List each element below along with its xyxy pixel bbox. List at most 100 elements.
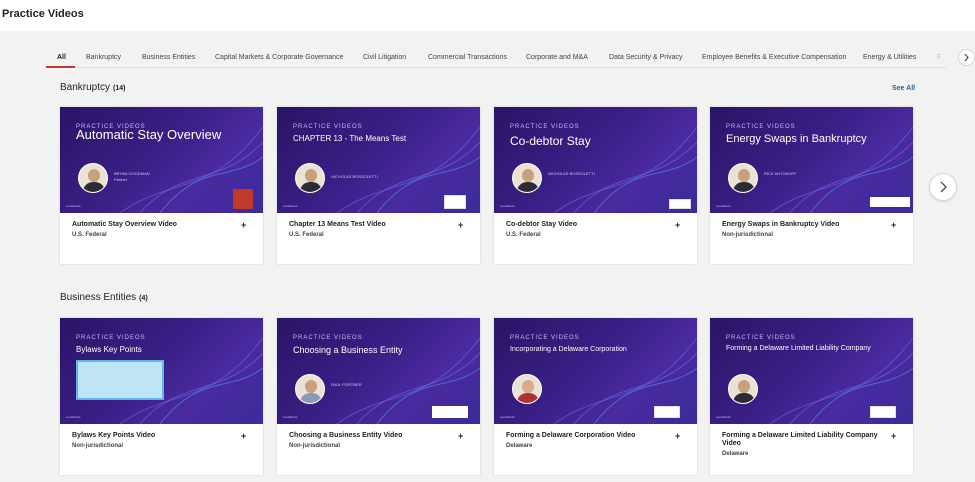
tab-corporate-ma[interactable]: Corporate and M&A <box>526 54 588 61</box>
plus-icon[interactable]: + <box>891 220 896 230</box>
plus-icon[interactable]: + <box>458 431 463 441</box>
video-caption: Bylaws Key Points Video <box>72 432 156 439</box>
firm-logo <box>654 406 680 418</box>
thumb-eyebrow: PRACTICE VIDEOS <box>293 335 363 341</box>
presenter-name: NICHOLAS BOSSOLETTI <box>331 174 378 179</box>
video-caption: Forming a Delaware Corporation Video <box>506 432 636 439</box>
presenter-avatar <box>295 163 325 193</box>
jurisdiction-label: U.S. Federal <box>72 232 107 238</box>
presenter-name: PAUL PORTNER <box>331 382 362 387</box>
video-caption: Automatic Stay Overview Video <box>72 221 177 228</box>
presenter-avatar <box>295 374 325 404</box>
chevron-right-icon <box>940 181 947 193</box>
video-card[interactable]: PRACTICE VIDEOS Incorporating a Delaware… <box>494 318 697 475</box>
jurisdiction-label: Non-jurisdictional <box>72 443 123 449</box>
tab-truncated[interactable]: F <box>937 54 941 61</box>
brand-mark: LexisNexis <box>66 204 81 208</box>
video-thumbnail: PRACTICE VIDEOS Incorporating a Delaware… <box>494 318 697 424</box>
thumb-title: Incorporating a Delaware Corporation <box>510 346 627 353</box>
video-caption: Energy Swaps in Bankruptcy Video <box>722 221 840 228</box>
jurisdiction-label: Delaware <box>506 443 533 449</box>
presenter-avatar <box>512 374 542 404</box>
presenter-avatar <box>512 163 542 193</box>
video-card[interactable]: PRACTICE VIDEOS Automatic Stay Overview … <box>60 107 263 264</box>
video-thumbnail: PRACTICE VIDEOS Automatic Stay Overview … <box>60 107 263 213</box>
section-title-business-entities: Business Entities (4) <box>60 292 148 303</box>
firm-logo <box>669 199 691 209</box>
tab-employee-benefits[interactable]: Employee Benefits & Executive Compensati… <box>702 54 846 61</box>
tab-civil-litigation[interactable]: Civil Litigation <box>363 54 406 61</box>
tab-capital-markets[interactable]: Capital Markets & Corporate Governance <box>215 54 343 61</box>
plus-icon[interactable]: + <box>675 431 680 441</box>
thumb-title: Choosing a Business Entity <box>293 345 403 355</box>
video-thumbnail: PRACTICE VIDEOS Energy Swaps in Bankrupt… <box>710 107 913 213</box>
firm-logo <box>870 197 910 207</box>
presenter-avatar <box>728 374 758 404</box>
presenter-name: RICK ANTONOFF <box>764 171 797 176</box>
plus-icon[interactable]: + <box>241 431 246 441</box>
thumb-eyebrow: PRACTICE VIDEOS <box>76 335 146 341</box>
brand-mark: LexisNexis <box>283 204 298 208</box>
thumb-eyebrow: PRACTICE VIDEOS <box>510 124 580 130</box>
presenter-avatar <box>728 163 758 193</box>
category-tabs: All Bankruptcy Business Entities Capital… <box>0 48 975 68</box>
jurisdiction-label: U.S. Federal <box>506 232 541 238</box>
plus-icon[interactable]: + <box>458 220 463 230</box>
plus-icon[interactable]: + <box>675 220 680 230</box>
tab-energy-utilities[interactable]: Energy & Utilities <box>863 54 916 61</box>
thumb-title: Co-debtor Stay <box>510 134 591 148</box>
tab-all[interactable]: All <box>57 54 66 61</box>
brand-mark: LexisNexis <box>500 204 515 208</box>
jurisdiction-label: Delaware <box>722 451 749 457</box>
video-thumbnail: PRACTICE VIDEOS Forming a Delaware Limit… <box>710 318 913 424</box>
video-card[interactable]: PRACTICE VIDEOS Choosing a Business Enti… <box>277 318 480 475</box>
section-count: (4) <box>139 295 148 302</box>
video-thumbnail: PRACTICE VIDEOS Bylaws Key Points LexisN… <box>60 318 263 424</box>
chevron-right-icon <box>964 53 969 62</box>
video-thumbnail: PRACTICE VIDEOS Choosing a Business Enti… <box>277 318 480 424</box>
video-card[interactable]: PRACTICE VIDEOS Bylaws Key Points LexisN… <box>60 318 263 475</box>
tab-bankruptcy[interactable]: Bankruptcy <box>86 54 121 61</box>
video-caption: Co-debtor Stay Video <box>506 221 578 228</box>
brand-mark: LexisNexis <box>500 415 515 419</box>
thumb-title: CHAPTER 13 - The Means Test <box>293 134 407 143</box>
page-title: Practice Videos <box>2 8 84 20</box>
brand-mark: LexisNexis <box>716 204 731 208</box>
plus-icon[interactable]: + <box>241 220 246 230</box>
section-title-bankruptcy: Bankruptcy (14) <box>60 82 125 93</box>
jurisdiction-label: U.S. Federal <box>289 232 324 238</box>
jurisdiction-label: Non-jurisdictional <box>722 232 773 238</box>
tab-data-security[interactable]: Data Security & Privacy <box>609 54 683 61</box>
firm-logo <box>432 406 468 418</box>
firm-logo <box>233 189 253 209</box>
tab-commercial-transactions[interactable]: Commercial Transactions <box>428 54 507 61</box>
presenter-name: NICHOLAS BOSSOLETTI <box>548 171 595 176</box>
see-all-link[interactable]: See All <box>892 85 915 92</box>
carousel-next-button[interactable] <box>929 173 957 201</box>
thumb-eyebrow: PRACTICE VIDEOS <box>293 124 363 130</box>
presenter-name: BRYAN GOODMAN <box>114 171 150 176</box>
video-caption: Chapter 13 Means Test Video <box>289 221 386 228</box>
brand-mark: LexisNexis <box>716 415 731 419</box>
video-card[interactable]: PRACTICE VIDEOS CHAPTER 13 - The Means T… <box>277 107 480 264</box>
video-card[interactable]: PRACTICE VIDEOS Energy Swaps in Bankrupt… <box>710 107 913 264</box>
section-count: (14) <box>113 85 126 92</box>
active-tab-indicator <box>46 66 75 68</box>
tabs-scroll-next-button[interactable] <box>958 49 975 66</box>
brand-mark: LexisNexis <box>66 415 81 419</box>
video-caption: Choosing a Business Entity Video <box>289 432 403 439</box>
top-bar: Practice Videos <box>0 0 975 31</box>
tab-business-entities[interactable]: Business Entities <box>142 54 195 61</box>
thumb-title: Energy Swaps in Bankruptcy <box>726 133 867 145</box>
plus-icon[interactable]: + <box>891 431 896 441</box>
thumb-title: Forming a Delaware Limited Liability Com… <box>726 345 871 352</box>
video-thumbnail: PRACTICE VIDEOS CHAPTER 13 - The Means T… <box>277 107 480 213</box>
video-thumbnail: PRACTICE VIDEOS Co-debtor Stay NICHOLAS … <box>494 107 697 213</box>
firm-logo <box>870 406 896 418</box>
presenter-role: Partner <box>114 177 128 182</box>
thumb-title: Bylaws Key Points <box>76 345 142 354</box>
video-card[interactable]: PRACTICE VIDEOS Co-debtor Stay NICHOLAS … <box>494 107 697 264</box>
video-card[interactable]: PRACTICE VIDEOS Forming a Delaware Limit… <box>710 318 913 475</box>
presenter-avatar <box>78 163 108 193</box>
jurisdiction-label: Non-jurisdictional <box>289 443 340 449</box>
